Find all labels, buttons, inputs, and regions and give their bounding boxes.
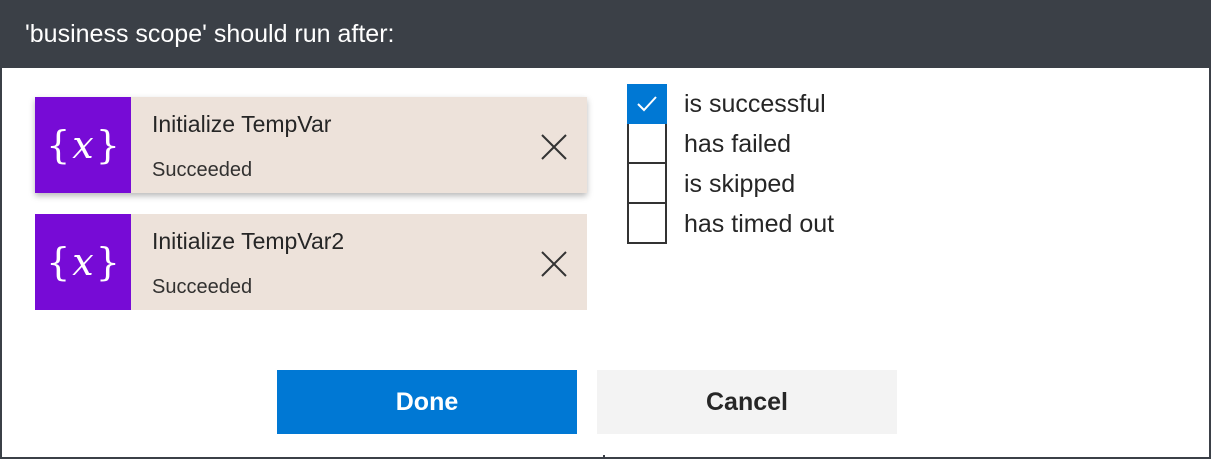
action-card-initialize-tempvar2[interactable]: {x} Initialize TempVar2 Succeeded: [35, 214, 587, 310]
remove-action-button[interactable]: [539, 249, 569, 279]
variable-icon: {x}: [35, 97, 131, 193]
cancel-button[interactable]: Cancel: [597, 370, 897, 434]
close-icon: [541, 134, 567, 160]
condition-is-skipped[interactable]: is skipped: [627, 164, 834, 204]
remove-action-button[interactable]: [539, 132, 569, 162]
run-after-dialog: 'business scope' should run after: {x} I…: [0, 0, 1211, 459]
divider-tick: [603, 455, 605, 459]
condition-label: has timed out: [684, 209, 835, 238]
condition-label: is successful: [684, 89, 826, 118]
run-after-conditions: is successful has failed is skipped has …: [627, 84, 834, 244]
checkbox-is-skipped[interactable]: [627, 164, 667, 204]
action-name: Initialize TempVar: [152, 111, 332, 137]
action-text: Initialize TempVar Succeeded: [131, 97, 587, 193]
checkbox-has-timed-out[interactable]: [627, 204, 667, 244]
variable-icon: {x}: [35, 214, 131, 310]
dialog-title: 'business scope' should run after:: [0, 0, 1211, 68]
checkmark-icon: [637, 96, 657, 112]
done-button[interactable]: Done: [277, 370, 577, 434]
action-text: Initialize TempVar2 Succeeded: [131, 214, 587, 310]
action-status: Succeeded: [152, 276, 253, 298]
condition-label: is skipped: [684, 169, 796, 198]
condition-is-successful[interactable]: is successful: [627, 84, 834, 124]
action-name: Initialize TempVar2: [152, 228, 345, 254]
checkbox-is-successful[interactable]: [627, 84, 667, 124]
close-icon: [541, 251, 567, 277]
action-card-initialize-tempvar[interactable]: {x} Initialize TempVar Succeeded: [35, 97, 587, 193]
condition-has-timed-out[interactable]: has timed out: [627, 204, 834, 244]
condition-label: has failed: [684, 129, 792, 158]
action-status: Succeeded: [152, 159, 253, 181]
checkbox-has-failed[interactable]: [627, 124, 667, 164]
condition-has-failed[interactable]: has failed: [627, 124, 834, 164]
